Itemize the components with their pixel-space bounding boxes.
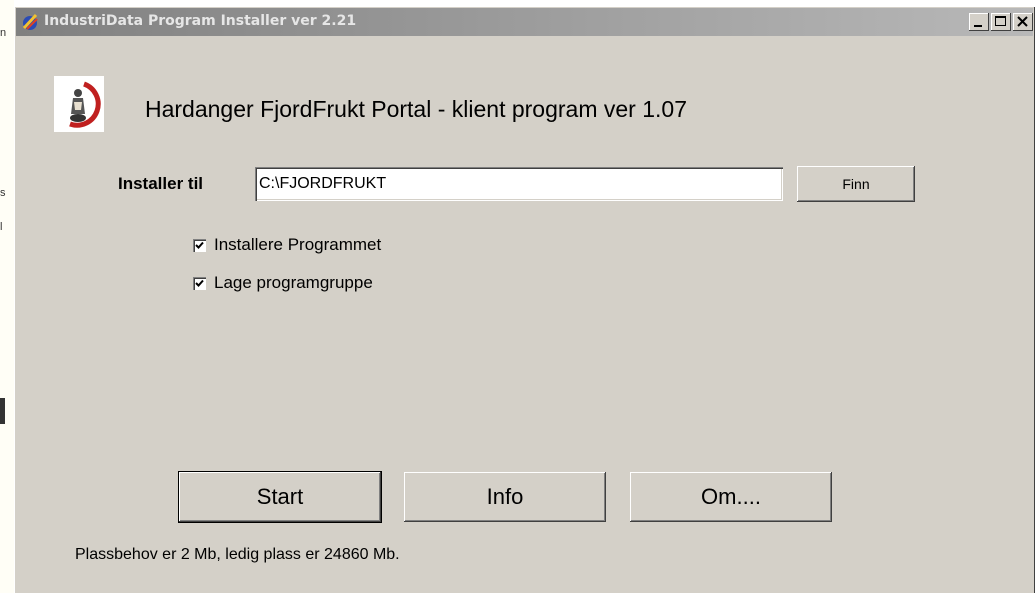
minimize-icon (974, 25, 982, 27)
install-path-input[interactable] (255, 167, 783, 201)
background-fragment: n (0, 27, 7, 39)
fjordfrukt-logo-icon (54, 76, 104, 132)
title-bar[interactable]: IndustriData Program Installer ver 2.21 (16, 8, 1033, 36)
disk-space-status: Plassbehov er 2 Mb, ledig plass er 24860… (75, 546, 400, 563)
info-button[interactable]: Info (404, 472, 606, 522)
checkmark-icon (195, 241, 204, 249)
close-button[interactable] (1013, 13, 1033, 31)
install-path-label: Installer til (118, 174, 204, 193)
maximize-icon (995, 16, 1006, 26)
about-button[interactable]: Om.... (630, 472, 832, 522)
create-program-group-label: Lage programgruppe (214, 273, 373, 292)
install-program-label: Installere Programmet (214, 235, 382, 254)
minimize-button[interactable] (969, 13, 989, 31)
close-icon (1017, 16, 1028, 27)
create-program-group-option[interactable]: Lage programgruppe (193, 273, 373, 293)
create-program-group-checkbox[interactable] (193, 276, 206, 290)
installer-app-icon (20, 12, 40, 32)
background-fragment: s (0, 187, 6, 199)
start-button[interactable]: Start (179, 472, 381, 522)
checkmark-icon (195, 279, 204, 287)
app-title: Hardanger FjordFrukt Portal - klient pro… (145, 96, 687, 122)
maximize-button[interactable] (991, 13, 1011, 31)
background-fragment (0, 398, 5, 424)
window-controls (967, 13, 1033, 31)
install-program-option[interactable]: Installere Programmet (193, 235, 381, 255)
window-title: IndustriData Program Installer ver 2.21 (44, 13, 357, 29)
browse-button[interactable]: Finn (797, 166, 915, 202)
install-program-checkbox[interactable] (193, 238, 206, 252)
background-fragment: l (0, 221, 3, 233)
desktop-background (0, 0, 14, 593)
